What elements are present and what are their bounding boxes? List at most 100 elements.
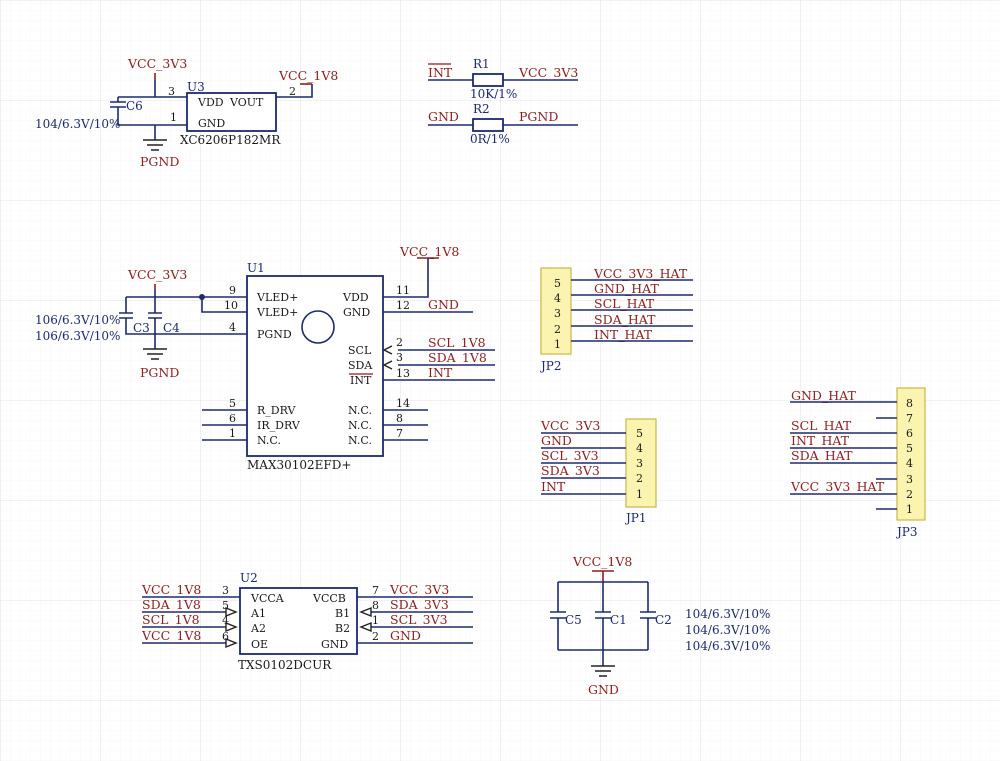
net-label-vcc3v3-u2: VCC_3V3 xyxy=(389,582,449,597)
net-label-inthat-jp2: INT_HAT xyxy=(594,327,653,342)
u2-left-pin-num: 5 xyxy=(222,599,229,612)
jp3-pin: 4 xyxy=(906,457,913,470)
c5-value: 104/6.3V/10% xyxy=(685,607,770,621)
u1-right-pin-name: N.C. xyxy=(348,419,372,432)
net-label-vcc3v3hat-jp3: VCC_3V3_HAT xyxy=(790,479,885,494)
net-label-sda1v8-u2: SDA_1V8 xyxy=(142,597,201,612)
u2-part: TXS0102DCUR xyxy=(238,658,332,672)
net-label-sda3v3-u2: SDA_3V3 xyxy=(390,597,449,612)
c3-value: 106/6.3V/10% xyxy=(35,313,120,327)
net-label-pgnd-r2: PGND xyxy=(519,109,558,124)
net-label-scl1v8-u2: SCL_1V8 xyxy=(142,612,200,627)
net-label-gnd-r2: GND xyxy=(428,109,459,124)
jp2-pin: 3 xyxy=(554,307,561,320)
net-label-scl3v3-jp1: SCL_3V3 xyxy=(541,448,599,463)
net-label-sclhat-jp2: SCL_HAT xyxy=(594,296,655,311)
jp3-pin: 2 xyxy=(906,488,913,501)
c1-value: 104/6.3V/10% xyxy=(685,623,770,637)
u1-left-pin-num: 10 xyxy=(224,299,238,312)
jp3-pin: 7 xyxy=(906,412,913,425)
u3-pin-vdd: VDD xyxy=(197,96,224,109)
jp2-pin: 4 xyxy=(554,292,561,305)
net-label-pgnd-u1: PGND xyxy=(140,365,179,380)
net-label-vcc1v8-u1: VCC_1V8 xyxy=(399,244,459,259)
u1-left-pin-name: IR_DRV xyxy=(257,419,301,432)
u2-left-pin-name: A2 xyxy=(250,622,266,635)
r2-ref: R2 xyxy=(473,102,490,116)
c1-ref: C1 xyxy=(610,613,627,627)
u2-left-pin-num: 6 xyxy=(222,630,229,643)
u1-right-pin-name: GND xyxy=(343,306,370,319)
u2-ref: U2 xyxy=(240,571,258,585)
u2-right-pin-name: B2 xyxy=(335,622,350,635)
net-label-sclhat-jp3: SCL_HAT xyxy=(791,418,852,433)
net-label-scl1v8: SCL_1V8 xyxy=(428,335,486,350)
u1-right-pin-num: 8 xyxy=(396,412,403,425)
jp1-pin: 3 xyxy=(636,457,643,470)
u1-part: MAX30102EFD+ xyxy=(247,458,351,472)
u1-right-pin-name: N.C. xyxy=(348,434,372,447)
net-label-inthat-jp3: INT_HAT xyxy=(791,433,850,448)
net-label-int-jp1: INT xyxy=(541,479,566,494)
u3-pinnum-1: 1 xyxy=(170,111,177,124)
u1-left-pin-name: VLED+ xyxy=(256,306,298,319)
net-label-vcc1v8-u3: VCC_1V8 xyxy=(278,68,338,83)
net-label-vcc1v8-decoupling: VCC_1V8 xyxy=(572,554,632,569)
u1-right-pin-name: INT xyxy=(350,374,372,387)
u1-ref: U1 xyxy=(247,261,265,275)
net-label-int-r1: INT xyxy=(428,65,453,80)
jp3-pin: 1 xyxy=(906,503,913,516)
net-label-gnd-jp1: GND xyxy=(541,433,572,448)
net-label-vcc3v3-r1: VCC_3V3 xyxy=(518,65,578,80)
c5-ref: C5 xyxy=(565,613,582,627)
net-label-pgnd-u3: PGND xyxy=(140,154,179,169)
u1-left-pin-num: 5 xyxy=(229,397,236,410)
net-label-sdahat-jp2: SDA_HAT xyxy=(594,312,656,327)
u1-right-pin-name: SDA xyxy=(348,359,373,372)
u3-pinnum-3: 3 xyxy=(168,85,175,98)
net-label-vcc3v3-u3: VCC_3V3 xyxy=(127,56,187,71)
net-label-gndhat-jp2: GND_HAT xyxy=(594,281,659,296)
u2-right-pin-num: 1 xyxy=(372,614,379,627)
c6-value: 104/6.3V/10% xyxy=(35,117,120,131)
net-label-int-u1: INT xyxy=(428,365,453,380)
net-label-gndhat-jp3: GND_HAT xyxy=(791,388,856,403)
u3-pinnum-2: 2 xyxy=(289,85,296,98)
u1-right-pin-num: 14 xyxy=(396,397,410,410)
c3-ref: C3 xyxy=(133,321,150,335)
c2-ref: C2 xyxy=(655,613,672,627)
jp1-pin: 4 xyxy=(636,442,643,455)
u2-left-pin-num: 4 xyxy=(222,614,229,627)
u1-left-pin-num: 6 xyxy=(229,412,236,425)
u2-right-pin-num: 7 xyxy=(372,584,379,597)
u1-right-pin-num: 3 xyxy=(396,351,403,364)
schematic-canvas: VCC_3V3 C6 104/6.3V/10% PGND U3 VDD VOUT… xyxy=(0,0,1000,761)
u3-part: XC6206P182MR xyxy=(180,133,281,147)
net-label-gnd-decoupling: GND xyxy=(588,682,619,697)
u1-right-pin-num: 11 xyxy=(396,284,410,297)
u1-right-pin-num: 12 xyxy=(396,299,410,312)
net-label-sda1v8: SDA_1V8 xyxy=(428,350,487,365)
net-label-gnd-u2: GND xyxy=(390,628,421,643)
jp2-pin: 1 xyxy=(554,338,561,351)
c4-value: 106/6.3V/10% xyxy=(35,329,120,343)
r1-body xyxy=(472,73,504,87)
u1-right-pin-num: 2 xyxy=(396,336,403,349)
net-label-vcc3v3-jp1: VCC_3V3 xyxy=(540,418,600,433)
u3-pin-vout: VOUT xyxy=(229,96,264,109)
r2-value: 0R/1% xyxy=(470,132,510,146)
net-label-vcc3v3hat-jp2: VCC_3V3_HAT xyxy=(593,266,688,281)
u1-left-pin-num: 9 xyxy=(229,284,236,297)
jp1-pin: 2 xyxy=(636,472,643,485)
jp2-pin: 5 xyxy=(554,277,561,290)
u1-right-pin-num: 7 xyxy=(396,427,403,440)
u1-left-pin-name: PGND xyxy=(257,328,292,341)
u2-right-pin-name: B1 xyxy=(335,607,350,620)
u2-right-pin-name: GND xyxy=(321,638,348,651)
net-label-gnd-u1: GND xyxy=(428,297,459,312)
u1-right-pin-name: VDD xyxy=(342,291,369,304)
u2-left-pin-name: VCCA xyxy=(250,592,285,605)
net-label-sda3v3-jp1: SDA_3V3 xyxy=(541,463,600,478)
jp1-ref: JP1 xyxy=(624,511,647,525)
u1-left-pin-num: 4 xyxy=(229,321,236,334)
